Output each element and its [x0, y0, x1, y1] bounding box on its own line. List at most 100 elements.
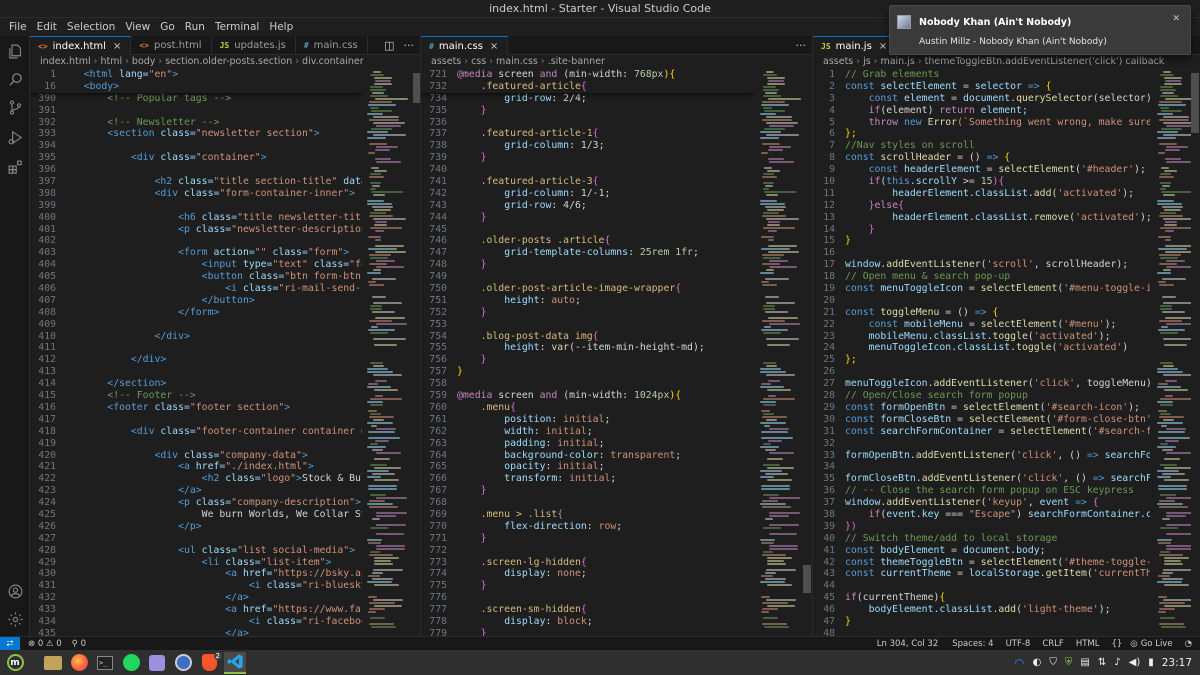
ports-indicator[interactable]: ⚲ 0: [72, 639, 86, 649]
code-line[interactable]: 776: [421, 592, 754, 604]
network-tray-icon[interactable]: ◠: [1014, 656, 1024, 670]
code-line[interactable]: 770 flex-direction: row;: [421, 521, 754, 533]
code-line[interactable]: 401 <p class="newsletter-description">Be…: [30, 224, 362, 236]
code-line[interactable]: 745: [421, 224, 754, 236]
code-line[interactable]: 407 </button>: [30, 295, 362, 307]
code-line[interactable]: 753: [421, 319, 754, 331]
code-line[interactable]: 37 window.addEventListener('keyup', event…: [813, 497, 1150, 509]
code-line[interactable]: 772: [421, 545, 754, 557]
minimap[interactable]: [363, 69, 413, 636]
code-line[interactable]: 44: [813, 580, 1150, 592]
close-tab-icon[interactable]: ×: [113, 41, 121, 52]
code-line[interactable]: 740: [421, 164, 754, 176]
code-line[interactable]: 47}: [813, 616, 1150, 628]
account-icon[interactable]: [4, 580, 26, 602]
code-line[interactable]: 33 formOpenBtn.addEventListener('click', …: [813, 450, 1150, 462]
settings-gear-icon[interactable]: [4, 608, 26, 630]
menu-item-terminal[interactable]: Terminal: [210, 21, 264, 33]
code-line[interactable]: 42 const themeToggleBtn = selectElement('…: [813, 557, 1150, 569]
code-line[interactable]: 391: [30, 105, 362, 117]
code-line[interactable]: 396: [30, 164, 362, 176]
code-line[interactable]: 40 // Switch theme/add to local storage: [813, 533, 1150, 545]
menu-item-view[interactable]: View: [120, 21, 155, 33]
scrollbar[interactable]: [803, 69, 811, 636]
code-line[interactable]: 412 </div>: [30, 354, 362, 366]
code-line[interactable]: 413: [30, 366, 362, 378]
code-line[interactable]: 23 mobileMenu.classList.toggle('activate…: [813, 331, 1150, 343]
code-line[interactable]: 405 <button class="btn form-btn" type="s…: [30, 271, 362, 283]
menu-item-help[interactable]: Help: [264, 21, 298, 33]
code-line[interactable]: 418 <div class="footer-container contain…: [30, 426, 362, 438]
tab-updates-js[interactable]: JS updates.js: [212, 36, 296, 55]
code-line[interactable]: 764 background-color: transparent;: [421, 450, 754, 462]
code-line[interactable]: 1 // Grab elements: [813, 69, 1150, 81]
code-line[interactable]: 19 const menuToggleIcon = selectElement('…: [813, 283, 1150, 295]
scrollbar[interactable]: [413, 69, 420, 636]
code-line[interactable]: 768: [421, 497, 754, 509]
code-line[interactable]: 398 <div class="form-container-inner">: [30, 188, 362, 200]
breadcrumb-item[interactable]: section.older-posts.section: [165, 56, 292, 67]
tab-main-css[interactable]: # main.css ×: [421, 36, 509, 55]
code-line[interactable]: 741 .featured-article-3{: [421, 176, 754, 188]
code-line[interactable]: 419: [30, 438, 362, 450]
problems-indicator[interactable]: ⊗ 0 ⚠ 0: [28, 639, 62, 649]
tab-main-js[interactable]: JS main.js ×: [813, 36, 898, 55]
code-line[interactable]: 32: [813, 438, 1150, 450]
code-line[interactable]: 9 const headerElement = selectElement('#…: [813, 164, 1150, 176]
scrollbar[interactable]: [1191, 69, 1199, 636]
code-line[interactable]: 17 window.addEventListener('scroll', scro…: [813, 259, 1150, 271]
breadcrumb-item[interactable]: main.js: [880, 56, 914, 67]
code-line[interactable]: 746 .older-posts .article{: [421, 235, 754, 247]
code-line[interactable]: 752 }: [421, 307, 754, 319]
sticky-scroll-line[interactable]: 732 .featured-article{: [421, 80, 754, 93]
encoding[interactable]: UTF-8: [1006, 639, 1031, 649]
code-line[interactable]: 409: [30, 319, 362, 331]
code-line[interactable]: 7 //Nav styles on scroll: [813, 140, 1150, 152]
search-icon[interactable]: [4, 68, 26, 90]
code-line[interactable]: 425 We burn Worlds, We Collar Stars!: [30, 509, 362, 521]
code-line[interactable]: 394: [30, 140, 362, 152]
extensions-icon[interactable]: [4, 156, 26, 178]
code-line[interactable]: 754 .blog-post-data img{: [421, 331, 754, 343]
code-line[interactable]: 774 display: none;: [421, 568, 754, 580]
code-line[interactable]: 414 </section>: [30, 378, 362, 390]
sticky-scroll-line[interactable]: 721 @media screen and (min-width: 768px){: [421, 69, 754, 81]
code-line[interactable]: 4 if(element) return element;: [813, 105, 1150, 117]
battery-icon[interactable]: ▮: [1148, 657, 1154, 668]
code-line[interactable]: 5 throw new Error(`Something went wrong,…: [813, 117, 1150, 129]
menu-item-run[interactable]: Run: [180, 21, 210, 33]
update-shield-icon[interactable]: ⛨: [1065, 657, 1073, 668]
code-line[interactable]: 26: [813, 366, 1150, 378]
code-line[interactable]: 393 <section class="newsletter section">: [30, 128, 362, 140]
indentation[interactable]: Spaces: 4: [952, 639, 993, 649]
code-line[interactable]: 41 const bodyElement = document.body;: [813, 545, 1150, 557]
code-line[interactable]: 399: [30, 200, 362, 212]
run-debug-icon[interactable]: [4, 126, 26, 148]
tab-post-html[interactable]: <> post.html: [131, 36, 212, 55]
volume-icon[interactable]: ◀): [1129, 657, 1141, 668]
code-line[interactable]: 43 const currentTheme = localStorage.getI…: [813, 568, 1150, 580]
code-line[interactable]: 765 opacity: initial;: [421, 461, 754, 473]
explorer-icon[interactable]: [4, 40, 26, 62]
code-line[interactable]: 12 }else{: [813, 200, 1150, 212]
notes-icon[interactable]: [146, 652, 168, 674]
code-line[interactable]: 13 headerElement.classList.remove('activ…: [813, 212, 1150, 224]
code-line[interactable]: 397 <h2 class="title section-title" data…: [30, 176, 362, 188]
minimap[interactable]: [756, 69, 806, 636]
speedometer-icon[interactable]: [172, 652, 194, 674]
code-line[interactable]: 14 }: [813, 224, 1150, 236]
code-line[interactable]: 417: [30, 414, 362, 426]
code-line[interactable]: 744 }: [421, 212, 754, 224]
code-line[interactable]: 747 grid-template-columns: 25rem 1fr;: [421, 247, 754, 259]
terminal-icon[interactable]: >_: [94, 652, 116, 674]
wifi-icon[interactable]: ⇅: [1098, 657, 1106, 668]
code-line[interactable]: 758: [421, 378, 754, 390]
code-line[interactable]: 27 menuToggleIcon.addEventListener('click…: [813, 378, 1150, 390]
remote-indicator[interactable]: ⮂: [0, 636, 20, 651]
go-live-button[interactable]: Go Live: [1141, 639, 1173, 649]
code-line[interactable]: 735 }: [421, 105, 754, 117]
breadcrumb-item[interactable]: js: [863, 56, 871, 67]
code-line[interactable]: 30 const formCloseBtn = selectElement('#f…: [813, 414, 1150, 426]
breadcrumb-item[interactable]: themeToggleBtn.addEventListener('click')…: [925, 56, 1165, 67]
code-line[interactable]: 755 height: var(--item-min-height-md);: [421, 342, 754, 354]
